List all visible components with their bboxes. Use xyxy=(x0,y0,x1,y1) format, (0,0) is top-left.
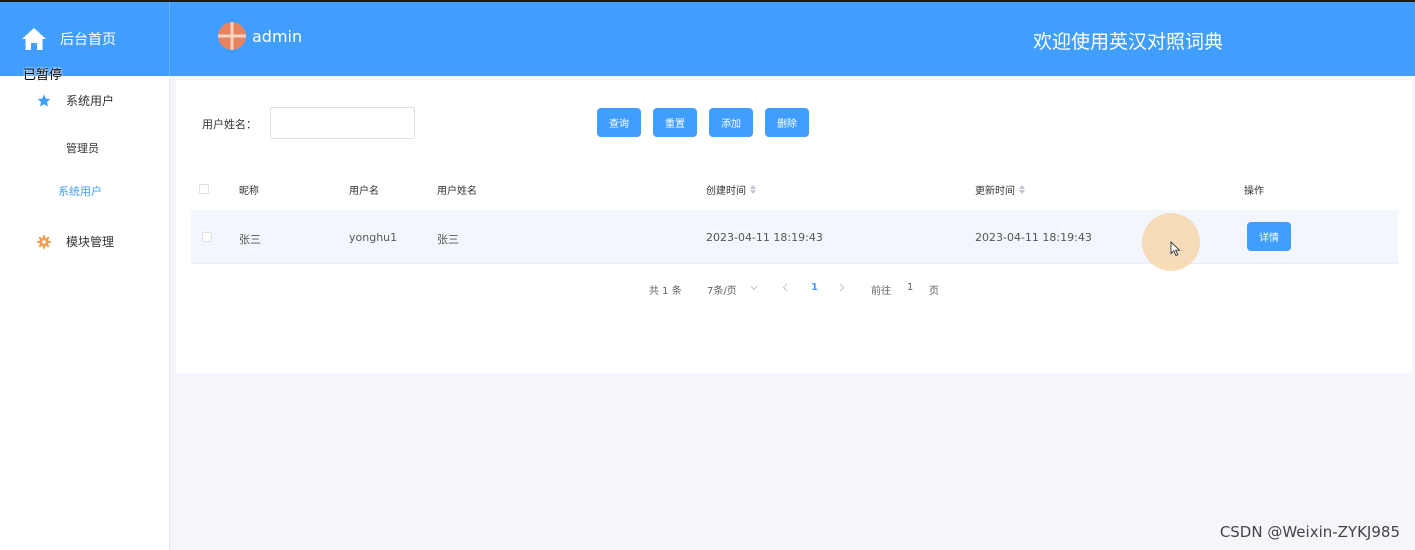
home-icon xyxy=(22,28,46,50)
detail-button[interactable]: 详情 xyxy=(1247,222,1291,251)
cell-created: 2023-04-11 18:19:43 xyxy=(706,231,823,244)
reset-button[interactable]: 重置 xyxy=(653,108,697,137)
star-icon xyxy=(37,94,51,106)
current-page[interactable]: 1 xyxy=(811,282,818,293)
column-header-created[interactable]: 创建时间 xyxy=(706,182,756,197)
goto-suffix: 页 xyxy=(929,286,939,297)
sidebar: 系统用户 管理员 系统用户 模块管理 xyxy=(0,76,170,550)
mouse-cursor-icon xyxy=(1170,241,1181,257)
cell-nickname: 张三 xyxy=(239,233,261,246)
paused-label: 已暂停 xyxy=(23,68,63,83)
sort-icon[interactable] xyxy=(750,185,756,194)
sidebar-item-system-users[interactable]: 系统用户 xyxy=(58,183,102,199)
column-header-realname: 用户姓名 xyxy=(437,182,477,197)
sort-icon[interactable] xyxy=(1019,185,1025,194)
column-label: 用户名 xyxy=(349,186,379,197)
search-input[interactable] xyxy=(270,107,415,139)
cell-username: yonghu1 xyxy=(349,231,398,244)
content-panel: 用户姓名： 查询 重置 添加 删除 昵称 用户名 用户姓名 创建时间 更新时间 … xyxy=(176,80,1412,373)
goto-page-input[interactable]: 1 xyxy=(907,282,913,293)
column-header-username: 用户名 xyxy=(349,182,379,197)
add-button[interactable]: 添加 xyxy=(709,108,753,137)
user-name[interactable]: admin xyxy=(252,27,302,46)
user-area[interactable]: admin xyxy=(218,22,302,50)
column-label: 用户姓名 xyxy=(437,186,477,197)
cell-realname: 张三 xyxy=(437,233,459,246)
column-label: 昵称 xyxy=(239,186,259,197)
column-header-actions: 操作 xyxy=(1244,182,1264,197)
home-title[interactable]: 后台首页 xyxy=(60,29,116,49)
chevron-down-icon[interactable] xyxy=(750,285,758,291)
column-label: 创建时间 xyxy=(706,186,746,197)
pagination-total: 共 1 条 xyxy=(649,286,682,297)
row-checkbox[interactable] xyxy=(202,232,212,242)
sidebar-group-label: 模块管理 xyxy=(66,235,115,249)
column-label: 更新时间 xyxy=(975,186,1015,197)
search-label: 用户姓名： xyxy=(202,118,257,131)
column-label: 操作 xyxy=(1244,186,1264,197)
sidebar-group-module-management[interactable]: 模块管理 xyxy=(36,233,114,250)
sidebar-item-admin[interactable]: 管理员 xyxy=(66,140,99,156)
column-header-updated[interactable]: 更新时间 xyxy=(975,182,1025,197)
query-button[interactable]: 查询 xyxy=(597,108,641,137)
goto-prefix: 前往 xyxy=(871,286,891,297)
cell-updated: 2023-04-11 18:19:43 xyxy=(975,231,1092,244)
watermark: CSDN @Weixin-ZYKJ985 xyxy=(1219,523,1400,541)
chevron-right-icon[interactable] xyxy=(839,283,845,292)
page-size-select[interactable]: 7条/页 xyxy=(707,282,737,297)
select-all-checkbox[interactable] xyxy=(199,184,209,194)
delete-button[interactable]: 删除 xyxy=(765,108,809,137)
sidebar-group-system-users[interactable]: 系统用户 xyxy=(36,92,114,109)
welcome-title: 欢迎使用英汉对照词典 xyxy=(1032,31,1223,53)
sidebar-group-label: 系统用户 xyxy=(66,94,115,108)
column-header-nickname: 昵称 xyxy=(239,182,259,197)
gear-icon xyxy=(37,234,51,249)
avatar[interactable] xyxy=(218,22,246,50)
chevron-left-icon[interactable] xyxy=(782,283,788,292)
